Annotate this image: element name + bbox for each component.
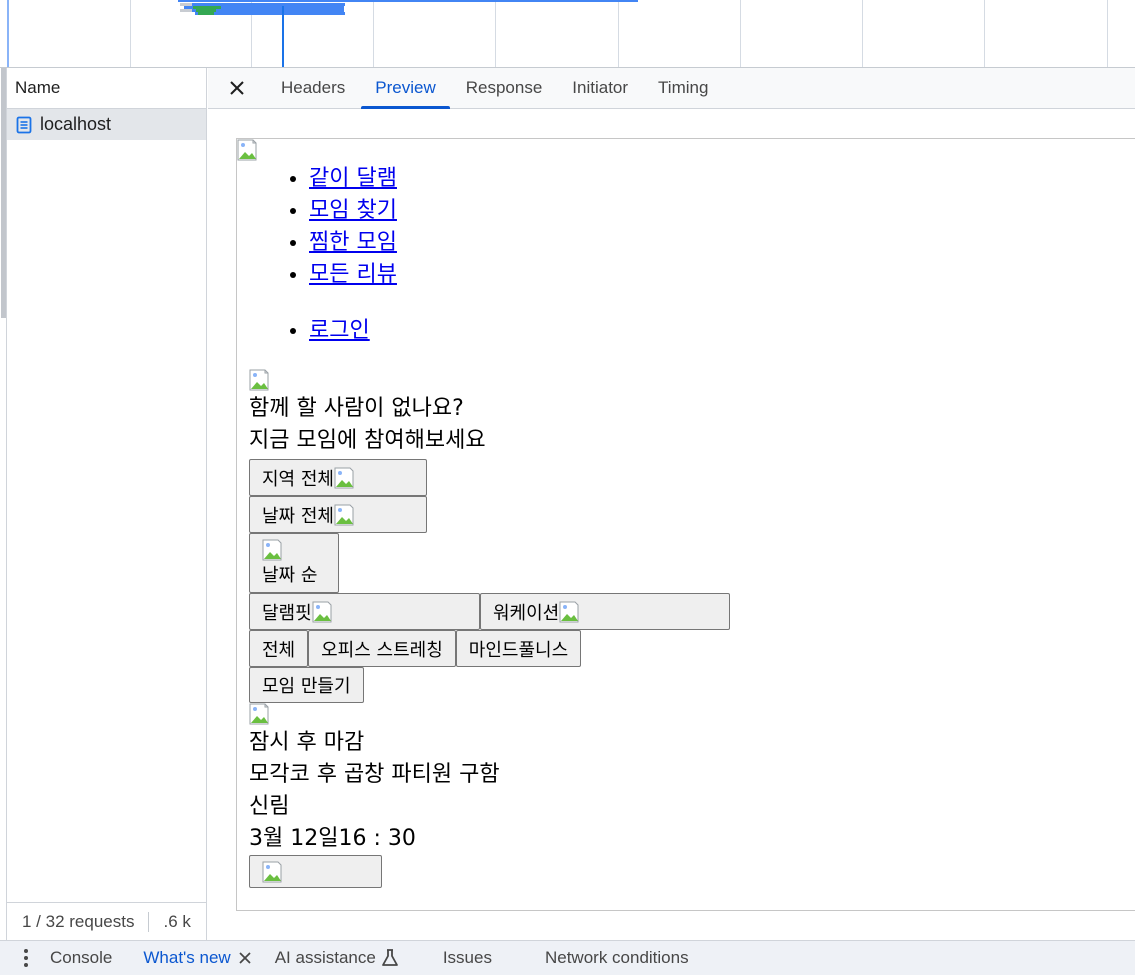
nav-item: 같이 달램 xyxy=(309,163,1135,195)
logo-image xyxy=(237,139,1135,163)
timeline-gridline xyxy=(373,0,374,67)
timeline-cursor[interactable] xyxy=(282,6,284,67)
tab-headers[interactable]: Headers xyxy=(266,68,360,108)
nav-link-find-gathering[interactable]: 모임 찾기 xyxy=(309,198,397,223)
sort-label: 날짜 순 xyxy=(262,565,318,586)
subcategory-mindfulness-button[interactable]: 마인드풀니스 xyxy=(455,630,582,667)
name-column-header[interactable]: Name xyxy=(7,68,206,109)
region-filter-label: 지역 전체 xyxy=(262,468,334,490)
footer-divider xyxy=(148,911,150,932)
login-list: 로그인 xyxy=(237,315,1135,347)
date-filter-button[interactable]: 날짜 전체 xyxy=(249,496,427,533)
heart-icon xyxy=(262,861,286,883)
broken-image-icon xyxy=(237,139,261,161)
filter-area: 지역 전체 날짜 전체 날짜 순 달램핏 워케이션 전체 오피스 스트레칭 마인… xyxy=(237,459,1135,703)
hero-subheadline: 지금 모임에 참여해보세요 xyxy=(249,428,486,453)
timeline-request-bar xyxy=(180,3,192,6)
more-options-button[interactable] xyxy=(0,948,38,968)
hero-headline: 함께 할 사람이 없나요? xyxy=(249,396,464,421)
timeline-gridline xyxy=(984,0,985,67)
sort-button[interactable]: 날짜 순 xyxy=(249,533,339,593)
tab-initiator[interactable]: Initiator xyxy=(557,68,643,108)
drawer-tab-ai-assistance[interactable]: AI assistance xyxy=(275,948,399,968)
login-link[interactable]: 로그인 xyxy=(309,318,370,343)
subcategory-all-button[interactable]: 전체 xyxy=(249,630,309,667)
category-label: 달램핏 xyxy=(262,602,312,624)
drawer-tab-console[interactable]: Console xyxy=(50,948,112,968)
timeline-gridline xyxy=(495,0,496,67)
nav-item: 찜한 모임 xyxy=(309,227,1135,259)
request-row-localhost[interactable]: localhost xyxy=(7,109,206,140)
request-list-panel: Name localhost 1 / 32 requests .6 k xyxy=(7,68,207,940)
nav-link-together[interactable]: 같이 달램 xyxy=(309,166,397,191)
tab-preview[interactable]: Preview xyxy=(360,68,451,109)
timeline-left-edge xyxy=(0,0,9,67)
dallaemfit-icon xyxy=(312,601,336,623)
gathering-location: 신림 xyxy=(249,794,290,819)
request-detail-panel: Headers Preview Response Initiator Timin… xyxy=(208,68,1135,940)
timeline-gridline xyxy=(618,0,619,67)
like-button[interactable] xyxy=(249,855,382,888)
drawer-tab-network-conditions[interactable]: Network conditions xyxy=(545,948,689,968)
chevron-down-icon xyxy=(334,467,358,489)
drawer-tab-label: AI assistance xyxy=(274,948,376,967)
nav-link-liked-gathering[interactable]: 찜한 모임 xyxy=(309,230,397,255)
timeline-gridline xyxy=(740,0,741,67)
document-icon xyxy=(16,116,32,134)
tab-timing[interactable]: Timing xyxy=(643,68,723,108)
timeline-request-bar xyxy=(180,9,192,12)
close-detail-button[interactable] xyxy=(208,68,266,108)
tab-response[interactable]: Response xyxy=(451,68,558,108)
network-overview-timeline[interactable] xyxy=(0,0,1135,68)
chevron-down-icon xyxy=(334,504,358,526)
create-gathering-button[interactable]: 모임 만들기 xyxy=(249,667,364,703)
nav-item: 모임 찾기 xyxy=(309,195,1135,227)
gathering-date: 3월 12일 xyxy=(249,826,339,851)
drawer-tab-issues[interactable]: Issues xyxy=(443,948,492,968)
close-icon xyxy=(230,81,244,95)
timeline-gridline xyxy=(130,0,131,67)
timeline-request-bar xyxy=(178,0,638,2)
preview-frame[interactable]: 같이 달램 모임 찾기 찜한 모임 모든 리뷰 로그인 함께 할 사람이 없나요… xyxy=(236,138,1135,911)
timeline-request-bar xyxy=(198,12,214,15)
timeline-request-bar xyxy=(195,12,345,15)
request-name: localhost xyxy=(40,114,112,134)
gathering-card-image xyxy=(237,703,1135,727)
nav-item: 로그인 xyxy=(309,315,1135,347)
bottom-drawer-tabbar: Console What's new AI assistance Issues … xyxy=(0,940,1135,975)
kebab-menu-icon xyxy=(24,949,28,967)
sort-icon xyxy=(262,539,286,561)
region-filter-button[interactable]: 지역 전체 xyxy=(249,459,427,496)
close-tab-icon[interactable] xyxy=(238,951,252,965)
subcategory-office-stretching-button[interactable]: 오피스 스트레칭 xyxy=(308,630,456,667)
main-nav-list: 같이 달램 모임 찾기 찜한 모임 모든 리뷰 xyxy=(237,163,1135,291)
drawer-tab-whats-new[interactable]: What's new xyxy=(143,948,251,968)
nav-link-all-reviews[interactable]: 모든 리뷰 xyxy=(309,262,397,287)
timeline-gridline xyxy=(1107,0,1108,67)
category-dallaemfit-button[interactable]: 달램핏 xyxy=(249,593,480,630)
request-count: 1 / 32 requests xyxy=(22,911,135,931)
transferred-size: .6 k xyxy=(163,911,191,931)
timeline-gridline xyxy=(862,0,863,67)
date-filter-label: 날짜 전체 xyxy=(262,505,334,527)
left-scrollbar-thumb[interactable] xyxy=(1,68,6,318)
broken-image-icon xyxy=(249,369,273,391)
gathering-time: 16 : 30 xyxy=(338,826,416,851)
left-resize-strip[interactable] xyxy=(0,68,7,940)
network-footer: 1 / 32 requests .6 k xyxy=(7,902,206,940)
hero-image xyxy=(237,369,1135,393)
category-workation-button[interactable]: 워케이션 xyxy=(480,593,730,630)
flask-icon xyxy=(381,949,398,966)
closing-soon-badge: 잠시 후 마감 xyxy=(249,730,365,755)
workation-icon xyxy=(559,601,583,623)
gathering-title: 모각코 후 곱창 파티원 구함 xyxy=(249,762,500,787)
nav-item: 모든 리뷰 xyxy=(309,259,1135,291)
broken-image-icon xyxy=(249,703,273,725)
gathering-datetime: 3월 12일16 : 30 xyxy=(237,823,1135,855)
category-label: 워케이션 xyxy=(493,602,560,624)
detail-tabbar: Headers Preview Response Initiator Timin… xyxy=(208,68,1135,109)
drawer-tab-label: What's new xyxy=(143,948,231,967)
